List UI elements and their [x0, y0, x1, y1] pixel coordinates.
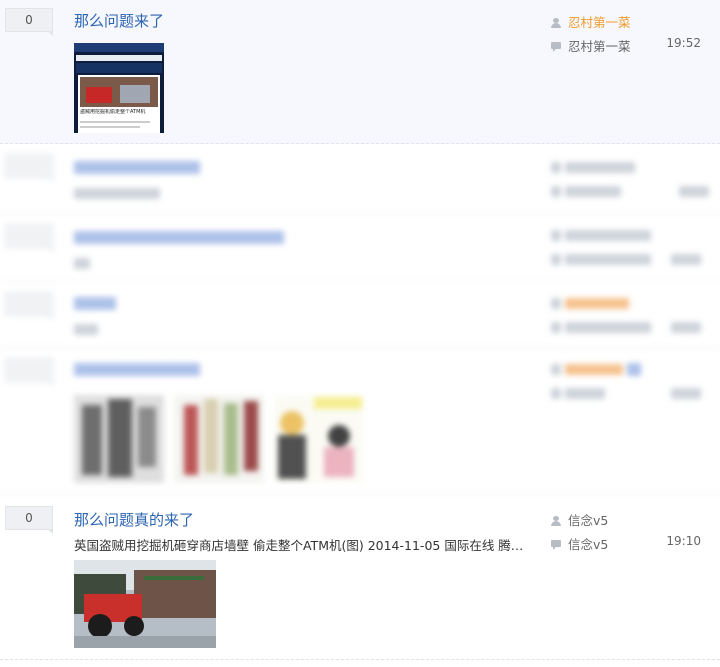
thread-item-blurred	[0, 216, 720, 282]
reply-icon	[551, 42, 561, 52]
thread-item: 0 那么问题真的来了 英国盗贼用挖掘机砸穿商店墙壁 偷走整个ATM机(图) 20…	[0, 496, 720, 660]
thread-item-blurred	[0, 284, 720, 348]
thread-abstract: 英国盗贼用挖掘机砸穿商店墙壁 偷走整个ATM机(图) 2014-11-05 国际…	[74, 538, 524, 553]
author-placeholder	[551, 362, 642, 377]
reply-count-badge	[5, 358, 53, 386]
thread-author-row: 信念v5	[551, 510, 701, 529]
author-placeholder	[551, 160, 636, 175]
last-reply-row: 忍村第一菜 19:52	[551, 36, 701, 55]
thread-abstract-placeholder	[74, 186, 160, 201]
reply-placeholder	[551, 252, 702, 267]
thread-author[interactable]: 忍村第一菜	[568, 15, 631, 30]
reply-time: 19:10	[666, 534, 701, 548]
last-replier[interactable]: 忍村第一菜	[568, 39, 631, 54]
reply-count-badge: 0	[5, 506, 53, 534]
reply-count-badge	[5, 154, 53, 182]
reply-placeholder	[551, 386, 702, 401]
thread-item: 0 那么问题来了 盗贼用挖掘机偷走整个ATM机 忍村第一菜 忍村第一菜 19:5…	[0, 0, 720, 144]
thread-author-row: 忍村第一菜	[551, 12, 701, 31]
last-reply-row: 信念v5 19:10	[551, 534, 701, 553]
reply-placeholder	[551, 184, 710, 199]
thread-thumbnail[interactable]	[74, 560, 216, 648]
user-icon	[551, 516, 561, 526]
reply-count-badge	[5, 292, 53, 320]
thread-abstract-placeholder	[74, 256, 90, 271]
last-replier[interactable]: 信念v5	[568, 537, 608, 552]
thread-title-placeholder[interactable]	[74, 160, 200, 175]
reply-icon	[551, 540, 561, 550]
thread-title-placeholder[interactable]	[74, 362, 200, 377]
reply-placeholder	[551, 320, 702, 335]
thread-thumbnail[interactable]	[74, 395, 164, 483]
thread-item-blurred	[0, 350, 720, 494]
thread-thumbnail[interactable]	[274, 395, 364, 483]
thread-thumbnail[interactable]: 盗贼用挖掘机偷走整个ATM机	[74, 43, 164, 133]
thread-thumbnail[interactable]	[174, 395, 264, 483]
user-icon	[551, 18, 561, 28]
author-placeholder	[551, 228, 652, 243]
thread-title[interactable]: 那么问题真的来了	[74, 509, 194, 530]
thread-title[interactable]: 那么问题来了	[74, 10, 164, 31]
thread-item-blurred	[0, 148, 720, 214]
thread-author[interactable]: 信念v5	[568, 513, 608, 528]
reply-count-badge	[5, 224, 53, 252]
reply-count-badge: 0	[5, 8, 53, 36]
author-placeholder	[551, 296, 630, 311]
thread-abstract-placeholder	[74, 322, 98, 337]
thumbnail-caption: 盗贼用挖掘机偷走整个ATM机	[80, 109, 146, 115]
thread-title-placeholder[interactable]	[74, 296, 116, 311]
thread-title-placeholder[interactable]	[74, 230, 284, 245]
reply-time: 19:52	[666, 36, 701, 50]
